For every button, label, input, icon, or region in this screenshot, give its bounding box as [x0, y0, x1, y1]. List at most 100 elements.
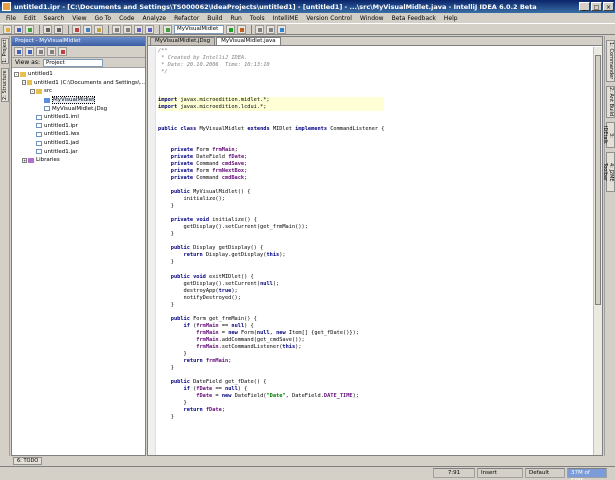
- menu-help[interactable]: Help: [440, 15, 462, 22]
- menu-run[interactable]: Run: [226, 15, 246, 22]
- help-icon[interactable]: [277, 24, 286, 34]
- tree-node[interactable]: untitled1.jad: [14, 139, 145, 148]
- tree-node[interactable]: - untitled1: [14, 70, 145, 79]
- tree-node[interactable]: - untitled1 (C:\Documents and Settings\..…: [14, 79, 145, 88]
- menu-intellime[interactable]: IntelliME: [269, 15, 303, 22]
- find-icon[interactable]: [112, 24, 121, 34]
- maximize-button[interactable]: □: [591, 2, 602, 11]
- tree-node[interactable]: untitled1.iws: [14, 130, 145, 139]
- tree-node[interactable]: MyVisualMidlet.jDsg: [14, 104, 145, 113]
- tool-tab-todo[interactable]: 6: TODO: [13, 456, 43, 465]
- undo-icon[interactable]: [43, 24, 52, 34]
- project-panel-toolbar: [12, 46, 145, 58]
- code-token: ) {: [237, 386, 248, 393]
- editor-tab[interactable]: MyVisualMidlet.jDsg: [150, 37, 216, 45]
- editor-gutter[interactable]: [148, 47, 156, 455]
- editor-scrollbar[interactable]: [593, 47, 602, 455]
- scroll-from-source-icon[interactable]: [25, 47, 34, 56]
- autoscroll-icon[interactable]: [14, 47, 23, 56]
- back-icon[interactable]: [134, 24, 143, 34]
- menu-tools[interactable]: Tools: [246, 15, 269, 22]
- project-structure-icon[interactable]: [266, 24, 275, 34]
- tree-expander-icon[interactable]: -: [22, 80, 27, 86]
- run-icon[interactable]: [226, 24, 235, 34]
- code-area[interactable]: /** * Created by IntelliJ IDEA. * Date: …: [148, 47, 594, 455]
- window-title: untitled1.ipr - [C:\Documents and Settin…: [14, 2, 537, 11]
- insert-mode: Insert: [477, 468, 523, 478]
- sync-icon[interactable]: [25, 24, 34, 34]
- code-token: "Date": [266, 393, 286, 400]
- tree-node[interactable]: MyVisualMidlet: [14, 96, 145, 105]
- save-icon[interactable]: [14, 24, 23, 34]
- menu-view[interactable]: View: [68, 15, 90, 22]
- tree-node[interactable]: untitled1.jar: [14, 147, 145, 156]
- close-button[interactable]: ×: [603, 2, 614, 11]
- code-token: fDate: [228, 153, 245, 160]
- tree-node[interactable]: + Libraries: [14, 156, 145, 165]
- tool-tab-structure[interactable]: 2: Structure: [1, 68, 9, 102]
- settings-icon[interactable]: [255, 24, 264, 34]
- show-members-icon[interactable]: [47, 47, 56, 56]
- code-token: getDisplay().setCurrent(get_frmMain());: [158, 224, 308, 231]
- cut-icon[interactable]: [72, 24, 81, 34]
- copy-icon[interactable]: [83, 24, 92, 34]
- code-line: /**: [158, 48, 384, 55]
- scrollbar-thumb[interactable]: [595, 55, 601, 305]
- menu-file[interactable]: File: [2, 15, 20, 22]
- toolbar-separator: [39, 24, 40, 34]
- code-line: }: [158, 231, 384, 238]
- view-as-select[interactable]: Project: [42, 58, 103, 67]
- forward-icon[interactable]: [145, 24, 154, 34]
- code-line: }: [158, 414, 384, 421]
- menu-beta-feedback[interactable]: Beta Feedback: [388, 15, 440, 22]
- minimize-button[interactable]: _: [579, 2, 590, 11]
- paste-icon[interactable]: [94, 24, 103, 34]
- title-bar: untitled1.ipr - [C:\Documents and Settin…: [0, 0, 615, 13]
- tree-node[interactable]: untitled1.iml: [14, 113, 145, 122]
- menu-version-control[interactable]: Version Control: [302, 15, 356, 22]
- run-configuration-select[interactable]: MyVisualMidlet: [174, 24, 224, 34]
- code-token: ;: [244, 160, 248, 167]
- redo-icon[interactable]: [54, 24, 63, 34]
- tool-tab-commander[interactable]: 1: Commander: [606, 40, 615, 82]
- code-token: import: [158, 97, 178, 104]
- collapse-all-icon[interactable]: [36, 47, 45, 56]
- debug-icon[interactable]: [237, 24, 246, 34]
- make-icon[interactable]: [163, 24, 172, 34]
- tool-tab-project[interactable]: 1: Project: [1, 38, 9, 64]
- memory-indicator[interactable]: 37M of 59M: [567, 468, 607, 480]
- tree-node[interactable]: untitled1.ipr: [14, 122, 145, 131]
- open-icon[interactable]: [3, 24, 12, 34]
- menu-edit[interactable]: Edit: [20, 15, 40, 22]
- tree-node[interactable]: - src: [14, 87, 145, 96]
- tree-expander-icon[interactable]: -: [14, 71, 19, 77]
- tree-expander-icon[interactable]: -: [30, 88, 35, 94]
- tool-tab-j2me-toolbar[interactable]: 4: J2ME Toolbar: [602, 152, 615, 192]
- tool-tab-ant-build[interactable]: 2: Ant Build: [606, 86, 615, 118]
- code-token: }: [158, 414, 174, 421]
- code-token: true: [218, 287, 232, 294]
- code-line: frmMain.addCommand(get_cmdSave());: [158, 337, 384, 344]
- color-scheme[interactable]: Default: [525, 468, 565, 478]
- menu-build[interactable]: Build: [203, 15, 226, 22]
- code-token: }: [158, 351, 187, 358]
- code-token: DateField(: [231, 393, 267, 400]
- editor-tab[interactable]: MyVisualMidlet.java: [216, 37, 281, 45]
- replace-icon[interactable]: [123, 24, 132, 34]
- menu-refactor[interactable]: Refactor: [170, 15, 203, 22]
- code-token: initialize() {: [209, 217, 257, 224]
- tree-expander-icon[interactable]: +: [22, 157, 27, 163]
- menu-search[interactable]: Search: [40, 15, 69, 22]
- code-token: import: [158, 104, 178, 111]
- menu-window[interactable]: Window: [356, 15, 388, 22]
- caret-position[interactable]: 7:91: [433, 468, 475, 478]
- tool-tab-idetalk[interactable]: 3: IDEtalk: [602, 122, 615, 148]
- hide-panel-icon[interactable]: [58, 47, 67, 56]
- menu-analyze[interactable]: Analyze: [138, 15, 170, 22]
- code-token: MyVisualMidlet() {: [189, 188, 251, 195]
- menu-code[interactable]: Code: [115, 15, 138, 22]
- menu-go-to[interactable]: Go To: [91, 15, 116, 22]
- project-panel: Project - MyVisualMidlet View as: Projec…: [11, 36, 146, 456]
- code-token: destroyApp(: [158, 287, 219, 294]
